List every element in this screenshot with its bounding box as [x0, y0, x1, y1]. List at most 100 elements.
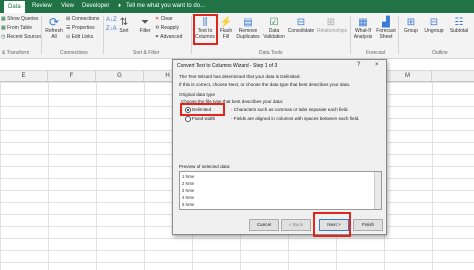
fixed-width-radio[interactable]: [185, 116, 191, 122]
sort-az-icon: A↓Z: [106, 17, 117, 23]
preview-label: Preview of selected data:: [179, 164, 231, 169]
edit-links-icon: ⊙: [66, 34, 71, 40]
advanced-label: Advanced: [160, 34, 183, 40]
reapply-icon: ⟲: [155, 25, 160, 31]
sort-label: Sort: [119, 28, 129, 34]
table-icon: ▦: [1, 25, 6, 31]
column-header[interactable]: E: [0, 71, 48, 81]
clear-label: Clear: [160, 16, 173, 22]
ribbon-separator: [103, 16, 104, 54]
preview-line: 1 Nme: [182, 174, 195, 179]
show-queries-button[interactable]: ▦ Show Queries: [1, 16, 39, 22]
back-button[interactable]: < Back: [281, 219, 311, 231]
cancel-button[interactable]: Cancel: [249, 219, 279, 231]
clear-button[interactable]: ✕ Clear: [155, 16, 173, 22]
ribbon-separator: [350, 16, 351, 54]
ungroup-button[interactable]: ⊟ Ungroup: [422, 16, 446, 35]
dialog-title: Convert Text to Columns Wizard - Step 1 …: [177, 63, 278, 69]
highlight-text-to-columns: [193, 14, 218, 45]
tab-review[interactable]: Review: [32, 2, 52, 11]
from-table-button[interactable]: ▦ From Table: [1, 25, 32, 31]
subtotal-button[interactable]: ☷ Subtotal: [446, 16, 472, 35]
filter-button[interactable]: ⏷ Filter: [138, 16, 152, 35]
consolidate-label: Consolidate: [287, 28, 315, 34]
ribbon-separator: [398, 16, 399, 54]
link-icon: ⊞: [66, 16, 71, 22]
tell-me-box[interactable]: Tell me what you want to do...: [126, 2, 205, 11]
refresh-all-label: Refresh All: [45, 28, 63, 40]
relationships-button[interactable]: ⊞ Relationships: [317, 16, 348, 35]
highlight-next: [313, 212, 351, 237]
fixed-width-description: - Fields are aligned in columns with spa…: [231, 116, 360, 121]
from-table-label: From Table: [7, 25, 33, 31]
finish-button[interactable]: Finish: [353, 219, 383, 231]
consolidate-button[interactable]: ⊟ Consolidate: [287, 16, 315, 35]
intro-line-2: If this is correct, choose Next, or choo…: [179, 82, 351, 87]
ungroup-label: Ungroup: [424, 28, 444, 34]
table-icon: ▦: [1, 16, 6, 22]
filter-label: Filter: [139, 28, 151, 34]
fixed-width-label[interactable]: Fixed width: [192, 116, 215, 121]
edit-links-button[interactable]: ⊙ Edit Links: [66, 34, 93, 40]
what-if-label-line2: Analysis: [353, 33, 373, 40]
flash-fill-label-line2: Fill: [222, 33, 230, 40]
advanced-filter-icon: ⏷: [155, 34, 160, 40]
preview-line: 2 Nme: [182, 181, 195, 186]
advanced-button[interactable]: ⏷ Advanced: [155, 34, 182, 40]
help-button[interactable]: ?: [357, 62, 360, 68]
clock-icon: ◷: [1, 34, 6, 40]
preview-line: 5 Nme: [182, 202, 195, 207]
highlight-delimited: [180, 103, 225, 116]
group-label: Group: [404, 28, 418, 34]
data-validation-button[interactable]: ☑ Data Validation: [262, 16, 286, 40]
group-button[interactable]: ⊞ Group: [401, 16, 421, 35]
relationships-label: Relationships: [317, 28, 348, 34]
ribbon-separator: [191, 16, 192, 54]
recent-sources-button[interactable]: ◷ Recent Sources: [1, 34, 42, 40]
tab-view[interactable]: View: [61, 2, 74, 11]
properties-label: Properties: [71, 25, 95, 31]
ribbon-separator: [41, 16, 42, 54]
forecast-sheet-button[interactable]: ▟ Forecast Sheet: [375, 16, 397, 40]
group-label-sort-filter: Sort & Filter: [133, 50, 160, 56]
flash-fill-button[interactable]: ⚡ Flash Fill: [219, 16, 233, 40]
show-queries-label: Show Queries: [7, 16, 39, 22]
intro-line-1: The Text Wizard has determined that your…: [179, 74, 301, 79]
clear-filter-icon: ✕: [155, 16, 160, 22]
close-icon[interactable]: ×: [375, 62, 379, 68]
preview-scrollbar[interactable]: [374, 172, 381, 209]
tab-data[interactable]: Data: [4, 1, 25, 13]
ribbon: ▦ Show Queries ▦ From Table ◷ Recent Sou…: [0, 13, 474, 59]
lightbulb-icon: ♦: [118, 3, 122, 9]
reapply-button[interactable]: ⟲ Reapply: [155, 25, 179, 31]
refresh-all-button[interactable]: ⟳ Refresh All: [44, 16, 64, 40]
data-validation-label-line2: Validation: [263, 33, 285, 40]
connections-button[interactable]: ⊞ Connections: [66, 16, 99, 22]
tab-developer[interactable]: Developer: [82, 2, 109, 11]
delimited-description: - Characters such as commas or tabs sepa…: [231, 107, 349, 112]
group-label-connections: Connections: [60, 50, 88, 56]
connections-item-label: Connections: [71, 16, 100, 22]
preview-line: 3 Nme: [182, 188, 195, 193]
column-header[interactable]: M: [384, 71, 432, 81]
preview-line: 4 Nme: [182, 195, 195, 200]
sort-az-button[interactable]: A↓Z: [106, 17, 117, 23]
sort-za-icon: Z↓A: [106, 26, 117, 32]
column-header[interactable]: F: [48, 71, 96, 81]
what-if-analysis-button[interactable]: ▦ What-If Analysis: [352, 16, 374, 40]
text-to-columns-wizard-dialog: Convert Text to Columns Wizard - Step 1 …: [172, 59, 387, 235]
properties-icon: ☰: [66, 25, 71, 31]
sort-button[interactable]: ⇅ Sort: [117, 16, 131, 35]
reapply-label: Reapply: [160, 25, 179, 31]
group-label-data-tools: Data Tools: [259, 50, 283, 56]
sort-za-button[interactable]: Z↓A: [106, 26, 117, 32]
data-preview-box[interactable]: 1 Nme 2 Nme 3 Nme 4 Nme 5 Nme: [179, 171, 382, 210]
ribbon-tab-bar: Data Review View Developer ♦ Tell me wha…: [0, 0, 474, 13]
edit-links-label: Edit Links: [71, 34, 94, 40]
remove-duplicates-label-line2: Duplicates: [236, 33, 260, 40]
properties-button[interactable]: ☰ Properties: [66, 25, 95, 31]
column-header[interactable]: G: [96, 71, 144, 81]
original-data-type-label: Original data type: [179, 92, 216, 97]
group-label-forecast: Forecast: [366, 50, 386, 56]
remove-duplicates-button[interactable]: ▤ Remove Duplicates: [236, 16, 260, 40]
